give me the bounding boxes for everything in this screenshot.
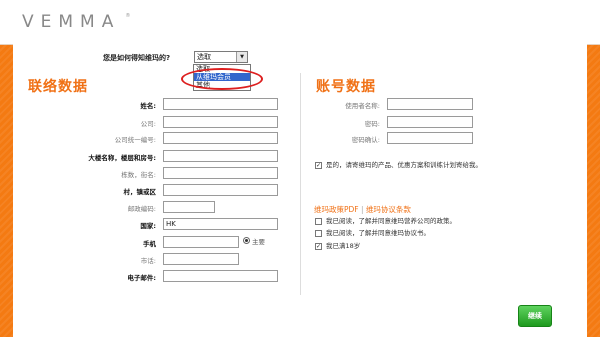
mobile-label: 手机 [143, 240, 156, 248]
email-label: 电子邮件: [127, 274, 156, 282]
agreement-checkbox[interactable] [315, 230, 322, 237]
name-label: 姓名: [140, 102, 156, 110]
street-label: 栋数，街名: [121, 171, 156, 179]
policy-pdf-link[interactable]: 维玛政策PDF [314, 205, 359, 214]
postcode-input[interactable] [163, 201, 215, 213]
password-confirm-input[interactable] [387, 132, 473, 144]
landline-input[interactable] [163, 253, 239, 265]
company-label: 公司: [140, 120, 156, 128]
password-confirm-label: 密码确认: [351, 136, 380, 144]
landline-label: 市话: [140, 257, 156, 265]
district-input[interactable] [163, 184, 278, 196]
district-label: 村，镇或区 [123, 188, 157, 196]
age-text: 我已满18岁 [326, 242, 361, 250]
referral-select[interactable]: 选取 ▼ [194, 51, 248, 63]
vemma-logo[interactable]: VEMMA ® [22, 12, 130, 32]
street-input[interactable] [163, 167, 278, 179]
age-checkbox[interactable]: ✓ [315, 243, 322, 250]
account-section-title: 账号数据 [316, 79, 376, 95]
policy-agree-checkbox[interactable] [315, 218, 322, 225]
registered-mark: ® [125, 13, 131, 19]
referral-question-label: 您是如何得知维玛的? [103, 54, 171, 62]
policy-agree-text: 我已阅读，了解并同意维玛营养公司的政策。 [326, 217, 456, 225]
optin-text: 是的，请寄维玛的产品、优惠方案和训练计划寄给我。 [326, 161, 482, 169]
referral-select-value: 选取 [197, 53, 211, 61]
username-label: 使用者名称: [345, 102, 380, 110]
company-id-input[interactable] [163, 132, 278, 144]
column-divider [300, 73, 301, 295]
primary-phone-radio[interactable] [243, 237, 250, 244]
contact-section-title: 联络数据 [28, 79, 88, 95]
name-input[interactable] [163, 98, 278, 110]
building-input[interactable] [163, 150, 278, 162]
chevron-down-icon[interactable]: ▼ [236, 52, 247, 62]
primary-phone-label: 主要 [252, 238, 265, 246]
header-bar: VEMMA ® [0, 0, 600, 45]
agreement-text: 我已阅读，了解并同意维玛协议书。 [326, 229, 430, 237]
logo-text: VEMMA [22, 12, 121, 32]
password-label: 密码: [364, 120, 380, 128]
company-id-label: 公司统一编号: [114, 136, 156, 144]
link-separator: | [361, 205, 364, 214]
building-label: 大楼名称，楼层和房号: [88, 154, 156, 162]
terms-link[interactable]: 维玛协议条款 [366, 205, 411, 214]
continue-button[interactable]: 继续 [518, 305, 552, 327]
mobile-input[interactable] [163, 236, 239, 248]
policy-links: 维玛政策PDF | 维玛协议条款 [314, 204, 411, 215]
country-input[interactable]: HK [163, 218, 278, 230]
postcode-label: 邮政编码: [127, 205, 156, 213]
password-input[interactable] [387, 116, 473, 128]
country-label: 国家: [140, 222, 156, 230]
email-input[interactable] [163, 270, 278, 282]
annotation-ellipse [181, 68, 263, 90]
company-input[interactable] [163, 116, 278, 128]
username-input[interactable] [387, 98, 473, 110]
optin-checkbox[interactable]: ✓ [315, 162, 322, 169]
